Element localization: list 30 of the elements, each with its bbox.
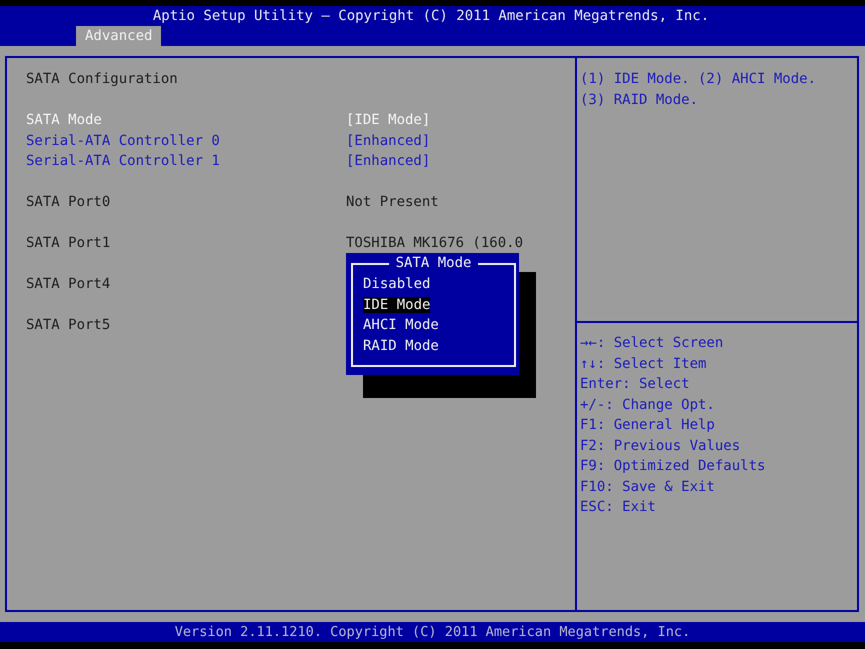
setting-value[interactable]: [Enhanced] — [346, 130, 430, 151]
key-hint: Enter: Select — [580, 375, 690, 394]
popup-option[interactable]: IDE Mode — [363, 296, 430, 312]
setting-label: SATA Port0 — [26, 193, 110, 212]
key-hint: +/-: Change Opt. — [580, 396, 715, 414]
popup-option[interactable]: Disabled — [363, 276, 430, 292]
setting-value[interactable]: [Enhanced] — [346, 151, 430, 172]
setting-label: SATA Port4 — [26, 275, 110, 294]
setting-value: Not Present — [346, 193, 439, 212]
section-heading: SATA Configuration — [26, 70, 178, 89]
key-hint: ESC: Exit — [580, 498, 656, 517]
key-hint: F9: Optimized Defaults — [580, 457, 766, 476]
setting-label[interactable]: Serial-ATA Controller 1 — [26, 151, 220, 172]
setting-label: SATA Port1 — [26, 234, 110, 253]
key-hint: ↑↓: Select Item — [580, 354, 706, 374]
help-text: (1) IDE Mode. (2) AHCI Mode. (3) RAID Mode. — [580, 70, 818, 110]
version-text: Version 2.11.1210. Copyright (C) 2011 American Megatrends, Inc. — [174, 624, 690, 640]
popup-option[interactable]: RAID Mode — [363, 338, 439, 354]
setting-label[interactable]: Serial-ATA Controller 0 — [26, 130, 220, 151]
key-hint: F2: Previous Values — [580, 436, 740, 456]
setting-label: SATA Port5 — [26, 316, 110, 335]
tab[interactable]: Advanced — [76, 26, 162, 46]
key-hint: F10: Save & Exit — [580, 478, 715, 496]
key-hint: →←: Select Screen — [580, 334, 724, 353]
setting-value[interactable]: [IDE Mode] — [346, 110, 430, 130]
window-title: Aptio Setup Utility – Copyright (C) 2011 American Megatrends, Inc. — [152, 7, 710, 26]
key-hint: F1: General Help — [580, 416, 715, 435]
setting-label[interactable]: SATA Mode — [26, 110, 102, 130]
setting-value: TOSHIBA MK1676 (160.0 — [346, 234, 524, 253]
popup-option[interactable]: AHCI Mode — [363, 317, 439, 333]
